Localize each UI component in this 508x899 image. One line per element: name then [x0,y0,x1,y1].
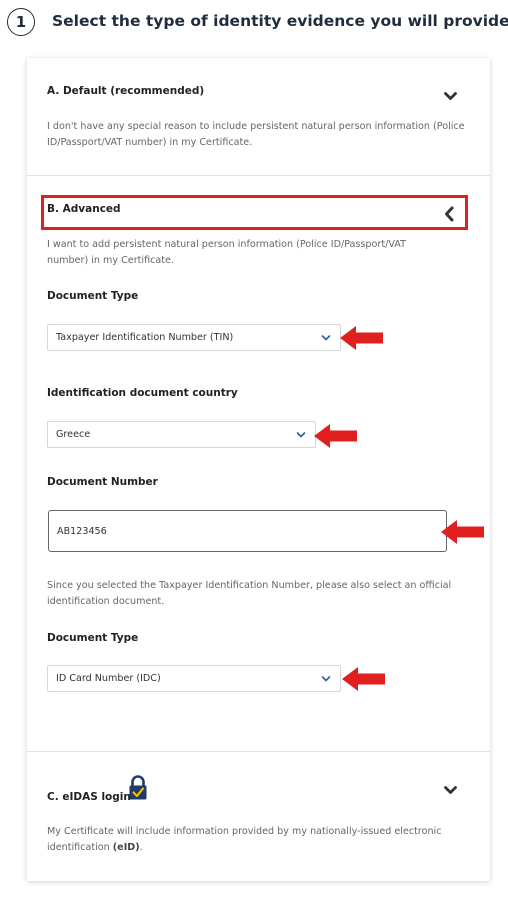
document-number-input[interactable]: AB123456 [48,510,447,552]
document-number-label: Document Number [47,476,158,488]
section-default-description: I don't have any special reason to inclu… [47,121,465,148]
document-note: Since you selected the Taxpayer Identifi… [47,580,452,607]
step-number-badge: 1 [7,8,35,36]
chevron-down-icon [296,432,306,438]
document-country-select[interactable]: Greece [47,421,316,448]
document-type-label: Document Type [47,290,139,302]
document-country-label: Identification document country [47,387,238,399]
identity-evidence-card: A. Default (recommended) I don't have an… [27,58,490,881]
lock-icon [129,775,147,800]
eidas-description-text: My Certificate will include information … [47,826,442,853]
document-type-value: Taxpayer Identification Number (TIN) [56,332,234,343]
chevron-down-icon [321,335,331,341]
step-number: 1 [15,13,27,31]
document-number-value: AB123456 [57,525,107,537]
arrow-left-icon [314,424,357,448]
arrow-left-icon [342,667,385,691]
section-divider [27,175,490,176]
section-advanced-description: I want to add persistent natural person … [47,239,406,266]
chevron-down-icon[interactable] [444,92,457,101]
chevron-down-icon [321,676,331,682]
chevron-down-icon[interactable] [444,786,457,795]
document-type2-value: ID Card Number (IDC) [56,673,161,684]
section-default-title[interactable]: A. Default (recommended) [47,85,204,97]
section-eidas-description: My Certificate will include information … [47,824,467,856]
document-type2-select[interactable]: ID Card Number (IDC) [47,665,341,692]
eidas-description-bold: (eID) [112,842,140,853]
document-country-value: Greece [56,429,91,440]
annotation-highlight-box [41,195,468,230]
document-type2-label: Document Type [47,632,139,644]
arrow-left-icon [340,326,383,350]
section-divider [27,751,490,752]
page-title: Select the type of identity evidence you… [52,12,508,30]
eidas-description-suffix: . [139,842,143,853]
document-type-select[interactable]: Taxpayer Identification Number (TIN) [47,324,341,351]
section-eidas-title[interactable]: C. eIDAS login [47,791,131,803]
arrow-left-icon [441,520,484,544]
